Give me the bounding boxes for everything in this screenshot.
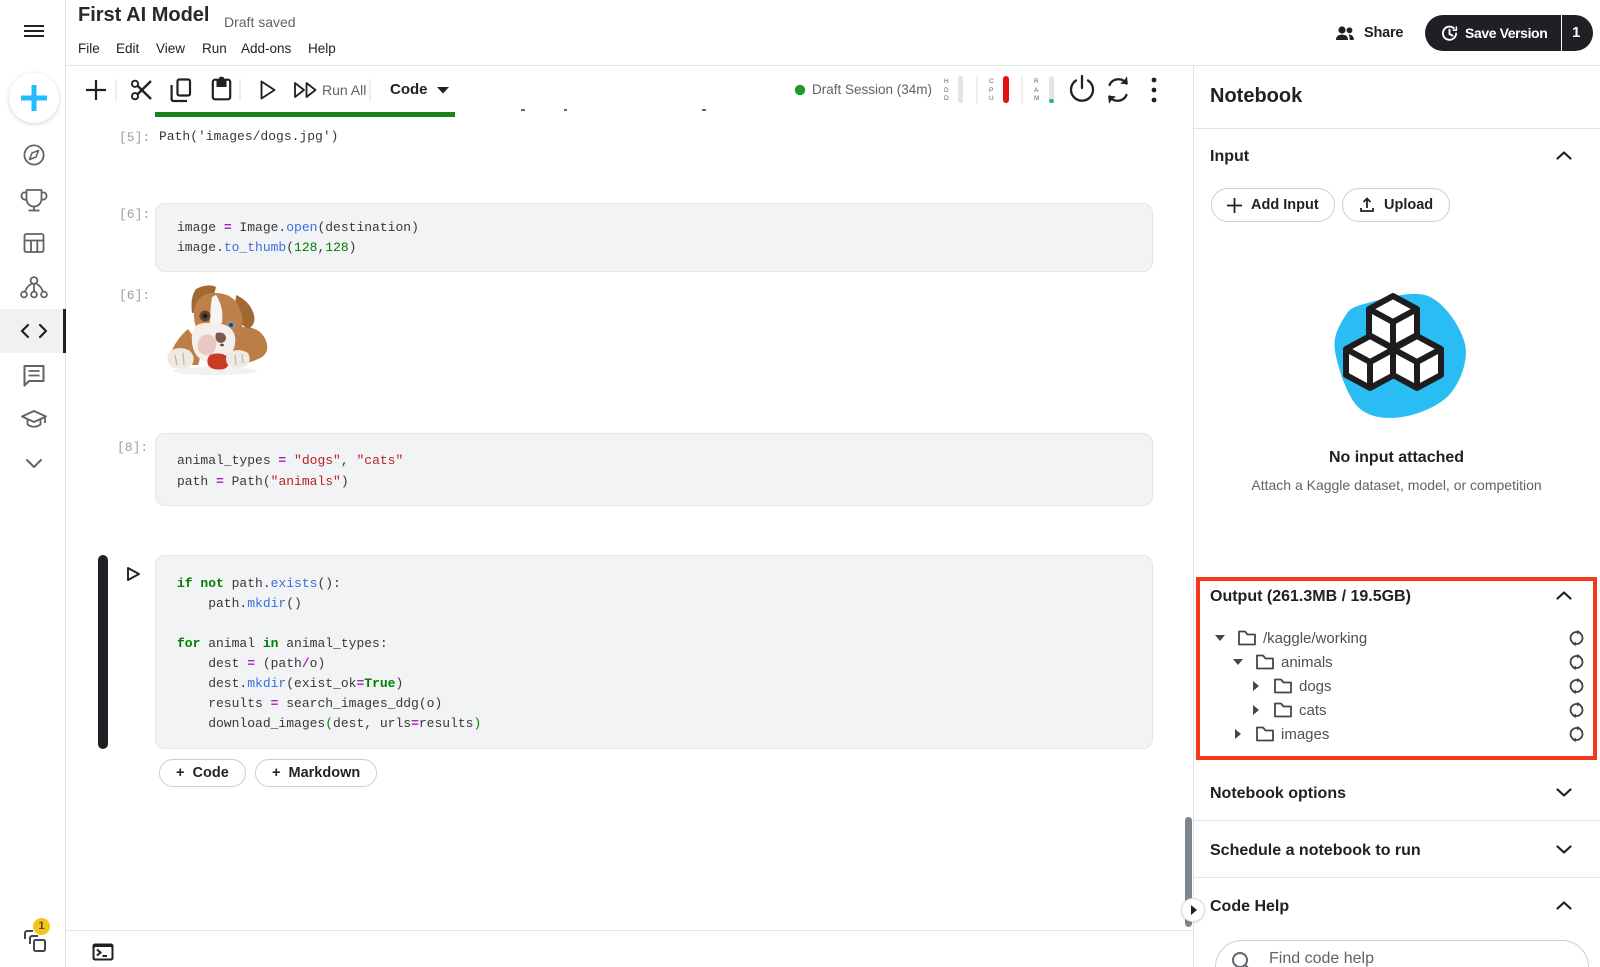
svg-text:dogs: dogs: [1299, 678, 1332, 695]
svg-text:/kaggle/working: /kaggle/working: [1263, 630, 1367, 647]
svg-text:animals: animals: [1281, 654, 1333, 671]
svg-text:images: images: [1281, 726, 1329, 743]
svg-text:cats: cats: [1299, 702, 1327, 719]
